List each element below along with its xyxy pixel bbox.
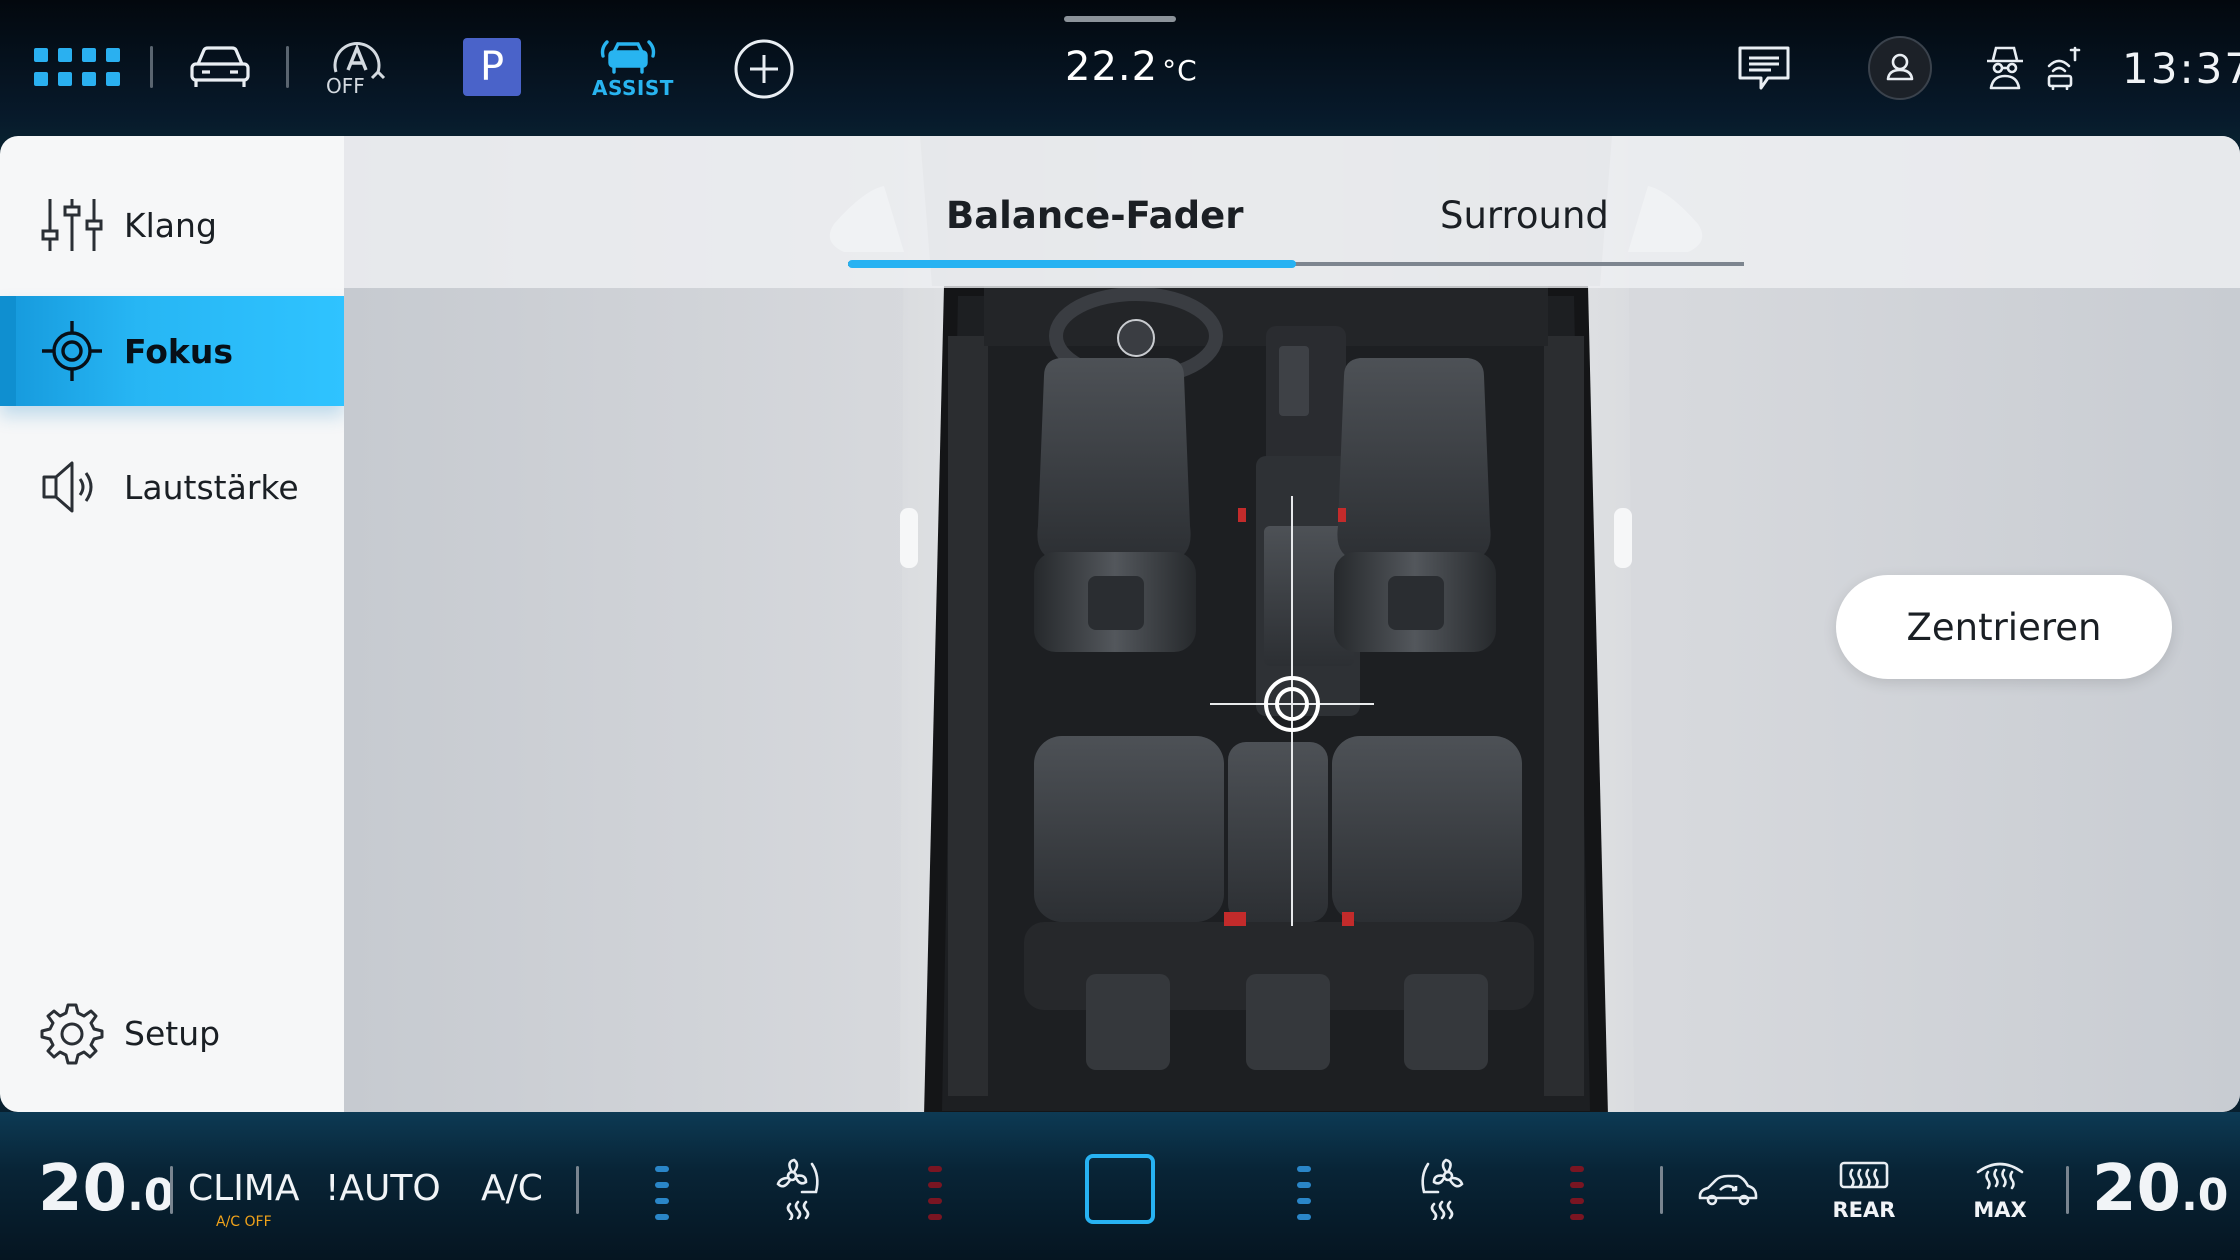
tab-indicator (848, 260, 1296, 268)
square-icon[interactable] (1085, 1154, 1155, 1224)
divider (170, 1166, 173, 1214)
sidebar-item-label: Klang (124, 205, 217, 245)
driver-temperature[interactable]: 20.0 (38, 1152, 174, 1226)
clima-button[interactable]: CLIMA (188, 1168, 300, 1209)
ac-button[interactable]: A/C (481, 1168, 543, 1209)
tab-bar: Balance-Fader Surround (344, 136, 2240, 288)
incognito-icon[interactable] (1985, 44, 2025, 90)
gear-icon (40, 1001, 104, 1065)
tab-surround[interactable]: Surround (1440, 194, 1609, 237)
outside-temp-unit: °C (1162, 54, 1198, 87)
balance-fader-panel: Balance-Fader Surround Zentrieren (344, 136, 2240, 1112)
sidebar-item-fokus[interactable]: Fokus (0, 296, 344, 406)
infotainment-screen: OFF P ASSIST 22.2 °C 13:37 Klang Fokus L… (0, 0, 2240, 1260)
focus-target-icon (40, 319, 104, 383)
plus-circle-icon[interactable] (733, 38, 795, 100)
divider (2066, 1166, 2069, 1214)
climate-bar: 20.0 CLIMA A/C OFF !AUTO A/C REAR MAX 20… (0, 1112, 2240, 1260)
driver-temp-int: 20 (38, 1152, 128, 1226)
max-defrost-icon[interactable] (1974, 1158, 2026, 1200)
seat-heat-fan-left-icon[interactable] (772, 1158, 826, 1224)
status-bar: OFF P ASSIST 22.2 °C 13:37 (0, 0, 2240, 136)
seat-heat-fan-right-icon[interactable] (1414, 1158, 1468, 1224)
user-profile-icon[interactable] (1868, 36, 1932, 100)
assist-car-icon[interactable] (597, 38, 659, 76)
equalizer-icon (40, 193, 104, 257)
apps-grid-icon[interactable] (34, 48, 120, 86)
sidebar-item-label: Lautstärke (124, 467, 299, 507)
ac-off-status: A/C OFF (216, 1214, 272, 1230)
divider (286, 46, 289, 88)
tab-balance-fader[interactable]: Balance-Fader (946, 194, 1243, 237)
divider (576, 1166, 579, 1214)
passenger-temperature[interactable]: 20.0 (2092, 1152, 2228, 1226)
center-focus-button[interactable]: Zentrieren (1836, 575, 2172, 679)
max-defrost-label: MAX (1973, 1198, 2027, 1222)
sound-menu-sidebar: Klang Fokus Lautstärke Setup (0, 136, 344, 1112)
clock: 13:37 (2122, 44, 2240, 93)
outside-temp-value: 22.2 (1065, 44, 1159, 90)
car-front-icon[interactable] (188, 44, 252, 90)
sidebar-item-label: Fokus (124, 331, 233, 371)
auto-button[interactable]: !AUTO (325, 1168, 441, 1209)
outside-temperature: 22.2 °C (1065, 44, 1198, 90)
sidebar-item-label: Setup (124, 1013, 221, 1053)
pull-down-handle[interactable] (1064, 16, 1176, 22)
sidebar-item-lautstaerke[interactable]: Lautstärke (0, 432, 344, 542)
passenger-temp-int: 20 (2092, 1152, 2182, 1226)
car-recirculation-icon[interactable] (1696, 1172, 1758, 1212)
message-icon[interactable] (1737, 44, 1791, 94)
divider (150, 46, 153, 88)
auto-hold-off-label: OFF (326, 74, 365, 98)
parking-button[interactable]: P (463, 38, 521, 96)
assist-label: ASSIST (592, 76, 674, 100)
sidebar-item-klang[interactable]: Klang (0, 170, 344, 280)
sidebar-item-setup[interactable]: Setup (0, 978, 344, 1088)
car-wifi-icon[interactable] (2045, 44, 2087, 90)
driver-temp-dec: .0 (127, 1170, 175, 1221)
divider (1660, 1166, 1663, 1214)
speaker-icon (40, 455, 104, 519)
passenger-temp-dec: .0 (2181, 1170, 2229, 1221)
rear-defrost-icon[interactable] (1838, 1160, 1890, 1200)
rear-defrost-label: REAR (1832, 1198, 1896, 1222)
